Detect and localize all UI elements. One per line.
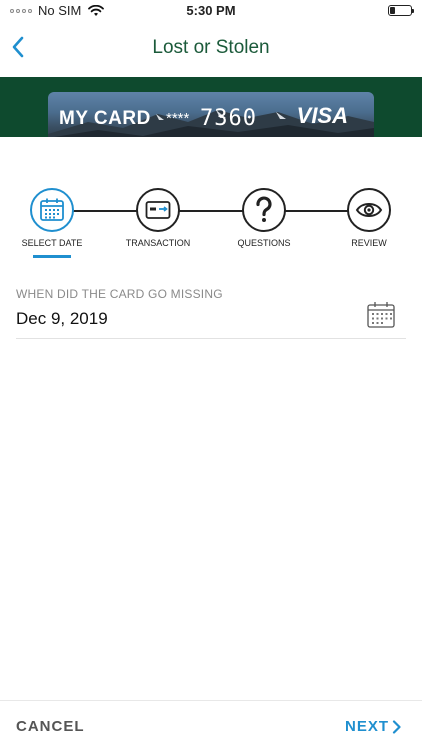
step-select-date[interactable]: SELECT DATE xyxy=(2,186,102,258)
next-button-label: NEXT xyxy=(344,718,389,735)
step-label: SELECT DATE xyxy=(21,238,83,248)
step-review[interactable]: REVIEW xyxy=(319,186,419,248)
date-field-value[interactable]: Dec 9, 2019 xyxy=(16,309,108,329)
calendar-picker-button[interactable] xyxy=(366,300,396,330)
calendar-icon xyxy=(367,302,395,328)
step-label: QUESTIONS xyxy=(237,238,291,248)
step-circle xyxy=(347,188,391,232)
page-title: Lost or Stolen xyxy=(152,37,270,58)
card-brand-logo: VISA xyxy=(296,103,348,128)
cancel-button[interactable]: CANCEL xyxy=(16,718,85,735)
battery-icon xyxy=(388,5,414,16)
calendar-icon xyxy=(40,198,64,221)
step-questions[interactable]: QUESTIONS xyxy=(214,186,314,248)
card-name: MY CARD xyxy=(59,108,151,129)
card-image: MY CARD **** 7360 VISA xyxy=(48,92,374,137)
active-step-indicator xyxy=(33,255,71,258)
step-circle xyxy=(30,188,74,232)
step-label: TRANSACTION xyxy=(125,238,191,248)
step-label: REVIEW xyxy=(351,238,387,248)
status-time: 5:30 PM xyxy=(186,3,236,18)
next-button[interactable]: NEXT xyxy=(345,718,402,735)
nav-bar: Lost or Stolen xyxy=(0,22,422,76)
step-transaction[interactable]: TRANSACTION xyxy=(108,186,208,248)
card-last-digits: 7360 xyxy=(200,106,257,131)
date-field-underline xyxy=(16,338,406,339)
footer-bar: CANCEL NEXT xyxy=(0,700,422,750)
question-mark-icon xyxy=(256,196,272,222)
progress-stepper: SELECT DATE TRANSACTION QUESTIONS REVIEW xyxy=(0,186,422,266)
card-banner: MY CARD **** 7360 VISA xyxy=(0,77,422,137)
step-circle xyxy=(242,188,286,232)
chevron-right-icon xyxy=(392,719,401,734)
step-circle xyxy=(136,188,180,232)
eye-icon xyxy=(355,203,383,217)
date-field-label: WHEN DID THE CARD GO MISSING xyxy=(16,287,223,301)
card-masked-digits: **** xyxy=(166,110,190,127)
credit-card-icon xyxy=(145,201,171,219)
status-bar: No SIM 5:30 PM xyxy=(0,0,422,22)
